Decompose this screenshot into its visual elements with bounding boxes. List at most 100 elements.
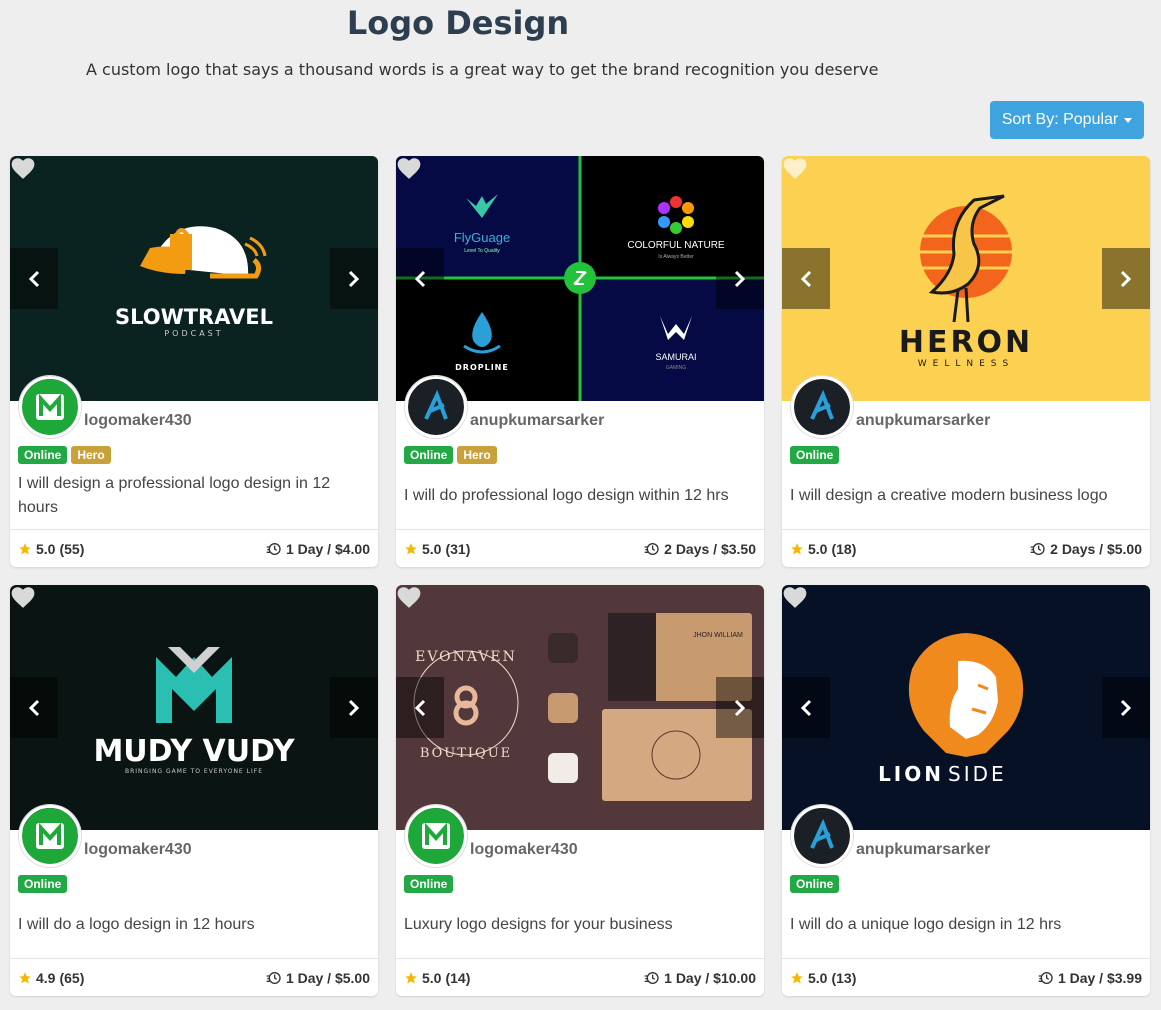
gig-thumbnail[interactable]: LION SIDE (782, 585, 1150, 830)
online-badge: Online (18, 446, 68, 464)
carousel-next-button[interactable] (716, 248, 764, 309)
logo-text-samurai-sub: GAMING (666, 365, 686, 371)
carousel-next-button[interactable] (1102, 677, 1150, 738)
gig-title-link[interactable]: I will do a unique logo design in 12 hrs (790, 913, 1130, 937)
hero-badge: Hero (457, 446, 497, 464)
heart-icon[interactable] (782, 585, 808, 609)
carousel-prev-button[interactable] (782, 677, 830, 738)
delivery-time-icon (644, 542, 659, 555)
rating-value: 5.0 (808, 969, 828, 986)
carousel-next-button[interactable] (330, 677, 378, 738)
carousel-next-button[interactable] (716, 677, 764, 738)
star-icon (405, 542, 417, 555)
carousel-prev-button[interactable] (396, 248, 444, 309)
logo-text-card-name: JHON WILLIAM (693, 632, 743, 639)
delivery-time-icon (1030, 542, 1045, 555)
heart-icon[interactable] (782, 156, 808, 180)
gig-title-link[interactable]: I will design a professional logo design… (18, 472, 358, 520)
delivery-text: 2 Days / $3.50 (664, 540, 756, 557)
logo-text-main: SLOWTRAVEL (115, 305, 273, 329)
gig-thumbnail[interactable]: SLOWTRAVEL PODCAST (10, 156, 378, 401)
logo-image-heron: HERON WELLNESS (782, 156, 1150, 401)
seller-name[interactable]: logomaker430 (470, 841, 578, 859)
seller-name[interactable]: logomaker430 (84, 841, 192, 859)
chevron-left-icon (414, 270, 426, 287)
rating-value: 5.0 (36, 540, 56, 557)
chevron-right-icon (734, 270, 746, 287)
seller-name[interactable]: anupkumarsarker (856, 412, 990, 430)
logo-text-sub: PODCAST (164, 329, 223, 338)
online-badge: Online (404, 875, 454, 893)
rating: 5.0 (14) (404, 970, 470, 986)
carousel-prev-button[interactable] (396, 677, 444, 738)
gig-thumbnail[interactable]: FlyGuage Level To Quality COLORFUL NATUR… (396, 156, 764, 401)
delivery-price: 1 Day / $10.00 (644, 970, 756, 986)
delivery-price: 1 Day / $3.99 (1038, 970, 1142, 986)
delivery-text: 1 Day / $5.00 (285, 969, 370, 986)
rating-value: 5.0 (422, 969, 442, 986)
seller-name[interactable]: anupkumarsarker (856, 841, 990, 859)
gig-card[interactable]: EVONAVEN BOUTIQUE JHON WILLIAM logomaker… (396, 585, 764, 996)
logo-text-colorful-nature-sub: Is Always Better (658, 254, 694, 260)
delivery-price: 1 Day / $5.00 (266, 970, 370, 986)
chevron-right-icon (348, 699, 360, 716)
gig-card[interactable]: FlyGuage Level To Quality COLORFUL NATUR… (396, 156, 764, 567)
heart-icon[interactable] (10, 585, 36, 609)
seller-name[interactable]: anupkumarsarker (470, 412, 604, 430)
seller-avatar[interactable] (19, 376, 81, 438)
online-badge: Online (790, 875, 840, 893)
chevron-right-icon (348, 270, 360, 287)
gig-card[interactable]: MUDY VUDY BRINGING GAME TO EVERYONE LIFE… (10, 585, 378, 996)
seller-avatar[interactable] (405, 805, 467, 867)
review-count: (55) (59, 540, 85, 557)
delivery-time-icon (266, 971, 281, 984)
heart-icon[interactable] (396, 585, 422, 609)
star-icon (791, 971, 803, 984)
sort-dropdown-button[interactable]: Sort By: Popular (990, 101, 1144, 139)
online-badge: Online (404, 446, 454, 464)
gig-card[interactable]: LION SIDE anupkumarsarker Online I will … (782, 585, 1150, 996)
gig-thumbnail[interactable]: EVONAVEN BOUTIQUE JHON WILLIAM (396, 585, 764, 830)
rating-value: 5.0 (808, 540, 828, 557)
online-badge: Online (790, 446, 840, 464)
delivery-text: 2 Days / $5.00 (1050, 540, 1142, 557)
gig-title-link[interactable]: I will do professional logo design withi… (404, 484, 744, 508)
gig-thumbnail[interactable]: MUDY VUDY BRINGING GAME TO EVERYONE LIFE (10, 585, 378, 830)
gig-thumbnail[interactable]: HERON WELLNESS (782, 156, 1150, 401)
review-count: (31) (445, 540, 471, 557)
logo-text-mudy-vudy: MUDY VUDY (93, 734, 295, 769)
logo-text-evonaven: EVONAVEN (415, 649, 517, 665)
gig-title-link[interactable]: I will do a logo design in 12 hours (18, 913, 358, 937)
chevron-left-icon (800, 699, 812, 716)
seller-avatar[interactable] (791, 805, 853, 867)
star-icon (405, 971, 417, 984)
gig-card[interactable]: HERON WELLNESS anupkumarsarker Online I … (782, 156, 1150, 567)
online-badge: Online (18, 875, 68, 893)
seller-avatar[interactable] (19, 805, 81, 867)
gig-title-link[interactable]: Luxury logo designs for your business (404, 913, 744, 937)
carousel-next-button[interactable] (1102, 248, 1150, 309)
logo-text-wellness: WELLNESS (918, 359, 1014, 369)
gig-card[interactable]: SLOWTRAVEL PODCAST logomaker430 Online H… (10, 156, 378, 567)
chevron-left-icon (800, 270, 812, 287)
seller-name[interactable]: logomaker430 (84, 412, 192, 430)
seller-avatar[interactable] (405, 376, 467, 438)
logo-text-lion: LION (878, 762, 944, 786)
chevron-right-icon (1120, 270, 1132, 287)
gig-title-link[interactable]: I will design a creative modern business… (790, 484, 1130, 508)
caret-down-icon (1124, 117, 1133, 123)
carousel-prev-button[interactable] (782, 248, 830, 309)
sort-label: Sort By: Popular (1001, 111, 1119, 128)
carousel-next-button[interactable] (330, 248, 378, 309)
delivery-text: 1 Day / $10.00 (664, 969, 756, 986)
rating: 5.0 (13) (790, 970, 856, 986)
logo-image-mudyvudy: MUDY VUDY BRINGING GAME TO EVERYONE LIFE (10, 585, 378, 830)
page-subtitle: A custom logo that says a thousand words… (86, 60, 879, 79)
heart-icon[interactable] (396, 156, 422, 180)
heart-icon[interactable] (10, 156, 36, 180)
chevron-left-icon (28, 270, 40, 287)
carousel-prev-button[interactable] (10, 248, 58, 309)
seller-avatar[interactable] (791, 376, 853, 438)
carousel-prev-button[interactable] (10, 677, 58, 738)
rating-value: 5.0 (422, 540, 442, 557)
